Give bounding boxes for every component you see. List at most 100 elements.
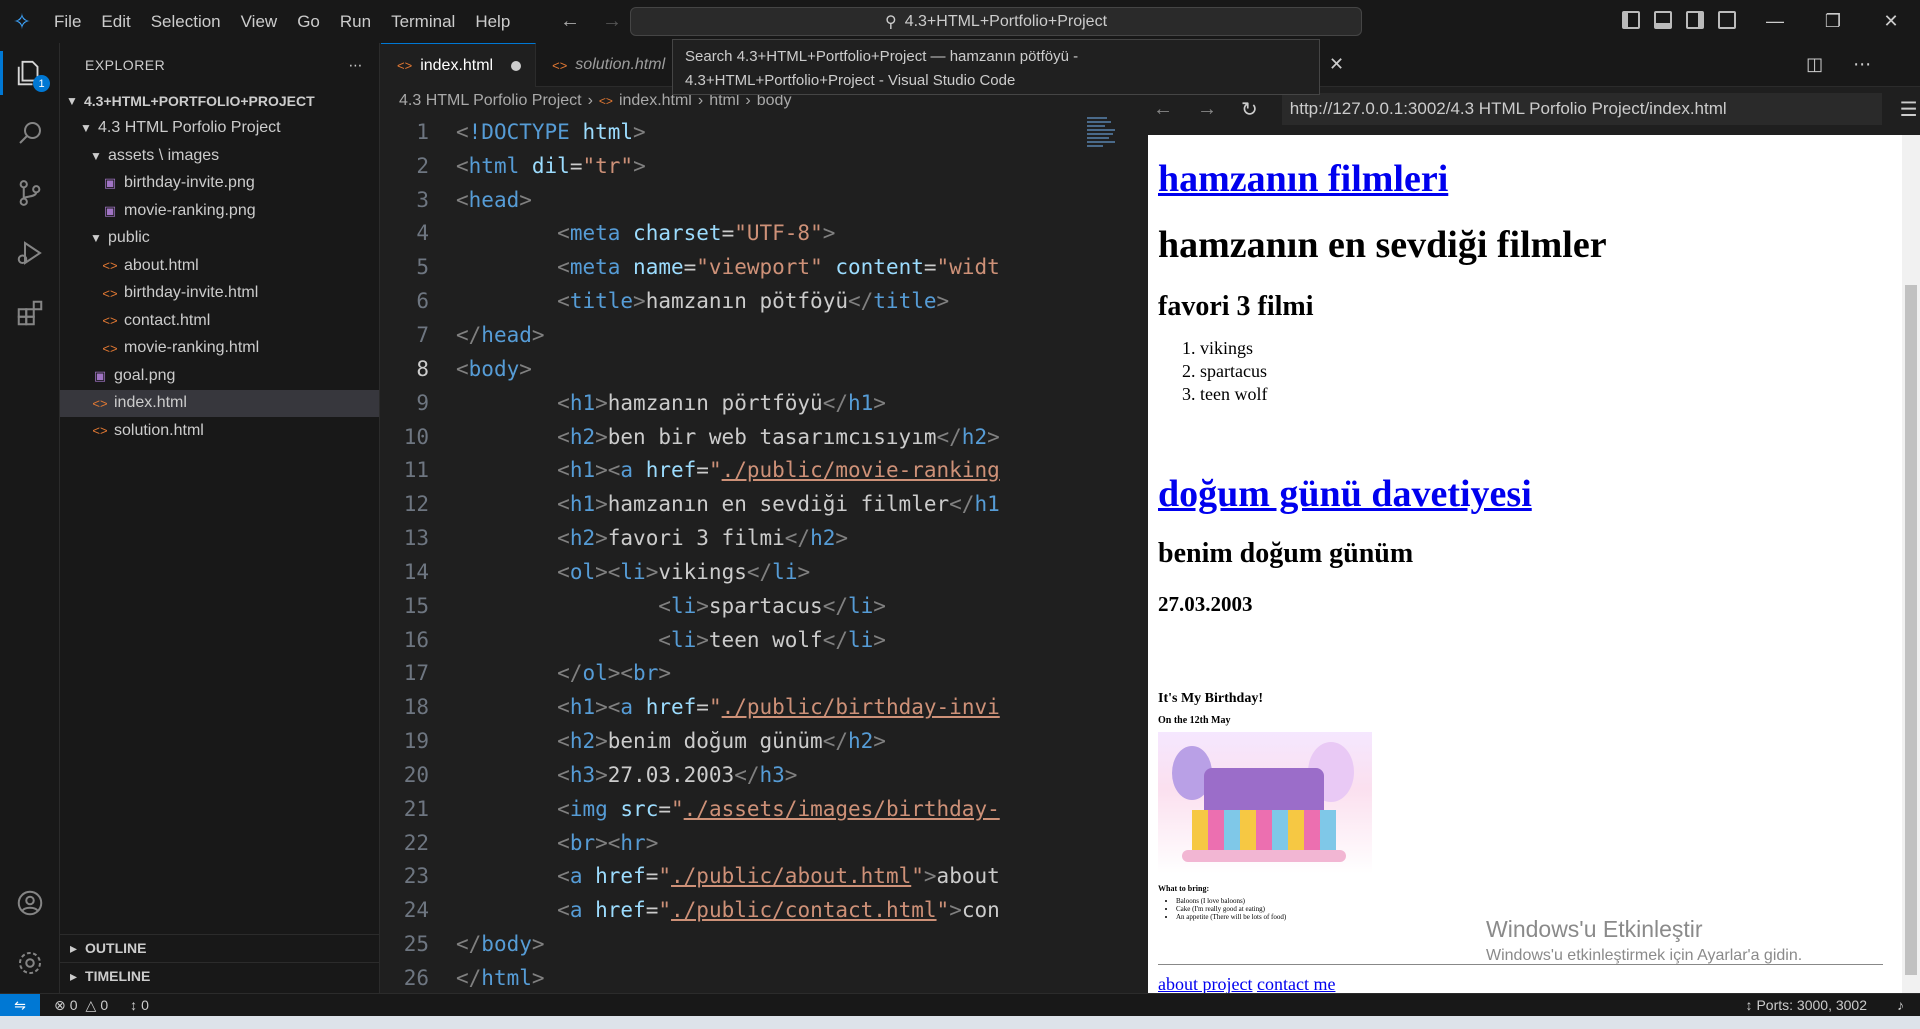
tab-solution-html[interactable]: <> solution.html	[536, 43, 681, 87]
minimap[interactable]	[1081, 115, 1121, 995]
code-area[interactable]: 1 <!DOCTYPE html> 2 <html dil="tr"> 3 <head…	[381, 115, 1081, 995]
folder-assets-images[interactable]: ▼ assets \ images	[60, 142, 379, 170]
command-center[interactable]: ⚲ 4.3+HTML+Portfolio+Project	[630, 7, 1362, 36]
file-movie-html[interactable]: <> movie-ranking.html	[60, 335, 379, 363]
customize-layout-icon[interactable]	[1718, 11, 1736, 29]
html-file-icon: <>	[92, 395, 108, 411]
outline-label: OUTLINE	[85, 940, 147, 956]
folder-public[interactable]: ▼ public	[60, 225, 379, 253]
image-file-icon: ▣	[103, 175, 117, 191]
restore-icon[interactable]: ❐	[1804, 0, 1862, 43]
accounts-activity[interactable]	[0, 873, 60, 933]
link-contact[interactable]: contact me	[1257, 974, 1335, 993]
code-line: 8 <body>	[416, 356, 532, 381]
browser-back-icon[interactable]: ←	[1153, 98, 1173, 121]
code-line: 18 <h1><a href="./public/birthday-invi	[403, 695, 1000, 720]
run-debug-activity[interactable]	[0, 223, 60, 283]
more-actions-icon[interactable]: ⋯	[1853, 54, 1871, 75]
explorer-activity[interactable]: 1	[0, 43, 60, 103]
browser-menu-icon[interactable]: ☰	[1900, 97, 1918, 122]
taskbar-edge	[0, 1016, 1920, 1029]
forward-arrow-icon[interactable]: →	[602, 10, 622, 33]
simple-browser: ← → ↻ http://127.0.0.1:3002/4.3 HTML Por…	[1135, 87, 1920, 993]
list-item: spartacus	[1200, 360, 1920, 383]
code-line: 4 <meta charset="UTF-8">	[416, 221, 836, 246]
close-window-icon[interactable]: ✕	[1862, 0, 1920, 43]
extensions-activity[interactable]	[0, 283, 60, 343]
html-file-icon: <>	[102, 285, 118, 301]
ports-label[interactable]: Ports: 3000, 3002	[1756, 997, 1867, 1013]
tab-index-html[interactable]: <> index.html	[381, 43, 537, 87]
menu-run[interactable]: Run	[330, 0, 381, 43]
html-file-icon: <>	[598, 93, 613, 108]
workspace-root[interactable]: ▼ 4.3+HTML+PORTFOLIO+PROJECT	[60, 87, 379, 115]
error-icon[interactable]: ⊗	[54, 997, 66, 1014]
search-icon: ⚲	[884, 13, 897, 31]
link-movies[interactable]: hamzanın filmleri	[1158, 158, 1448, 200]
file-about-html[interactable]: <> about.html	[60, 252, 379, 280]
browser-url-input[interactable]: http://127.0.0.1:3002/4.3 HTML Porfolio …	[1281, 93, 1882, 125]
warning-icon[interactable]: △	[86, 997, 97, 1014]
chevron-right-icon: ▸	[70, 939, 78, 956]
file-contact-html[interactable]: <> contact.html	[60, 307, 379, 335]
reload-icon[interactable]: ↻	[1241, 97, 1258, 122]
file-birthday-png[interactable]: ▣ birthday-invite.png	[60, 170, 379, 198]
remote-indicator-icon[interactable]: ⇋	[0, 993, 40, 1017]
menu-help[interactable]: Help	[465, 0, 520, 43]
watermark-line-2: Windows'u etkinleştirmek için Ayarlar'a …	[1486, 947, 1803, 964]
file-birthday-html[interactable]: <> birthday-invite.html	[60, 280, 379, 308]
ports-icon[interactable]: ↕	[130, 997, 137, 1013]
file-movie-png[interactable]: ▣ movie-ranking.png	[60, 197, 379, 225]
card-subtitle: On the 12th May	[1158, 715, 1231, 726]
browser-forward-icon[interactable]: →	[1197, 98, 1217, 121]
split-editor-icon[interactable]: ◫	[1806, 54, 1823, 75]
breadcrumb-folder[interactable]: 4.3 HTML Porfolio Project	[399, 92, 582, 110]
account-icon	[17, 890, 43, 916]
file-solution-html[interactable]: <> solution.html	[60, 417, 379, 445]
heading-favorite-films: hamzanın en sevdiği filmler	[1158, 224, 1607, 266]
outline-section[interactable]: ▸ OUTLINE	[60, 934, 380, 961]
menu-view[interactable]: View	[231, 0, 288, 43]
unsaved-dot-icon[interactable]	[511, 60, 522, 71]
list-item: vikings	[1200, 337, 1920, 360]
code-line: 26 </html>	[403, 966, 545, 991]
search-activity[interactable]	[0, 103, 60, 163]
source-control-activity[interactable]	[0, 163, 60, 223]
folder-project[interactable]: ▼ 4.3 HTML Porfolio Project	[60, 115, 379, 143]
toggle-secondary-sidebar-icon[interactable]	[1686, 11, 1704, 29]
card-title: It's My Birthday!	[1158, 691, 1263, 706]
code-line: 10 <h2>ben bir web tasarımcısıyım</h2>	[403, 424, 1000, 449]
menu-selection[interactable]: Selection	[141, 0, 231, 43]
code-line: 17 </ol><br>	[403, 661, 671, 686]
minimize-icon[interactable]: —	[1746, 0, 1804, 43]
folder-project-label: 4.3 HTML Porfolio Project	[98, 119, 281, 137]
toggle-panel-icon[interactable]	[1654, 11, 1672, 29]
menu-file[interactable]: File	[44, 0, 91, 43]
toggle-primary-sidebar-icon[interactable]	[1622, 11, 1640, 29]
file-goal-png[interactable]: ▣ goal.png	[60, 362, 379, 390]
menu-edit[interactable]: Edit	[91, 0, 140, 43]
code-line: 24 <a href="./public/contact.html">con	[403, 898, 1000, 923]
manage-activity[interactable]	[0, 933, 60, 993]
notifications-bell-icon[interactable]: ♪	[1897, 997, 1904, 1013]
menu-bar: File Edit Selection View Go Run Terminal…	[44, 0, 520, 43]
list-item: Baloons (I love baloons)	[1176, 897, 1398, 905]
chevron-right-icon: ▸	[70, 967, 78, 984]
close-tab-icon[interactable]: ✕	[1329, 54, 1344, 75]
code-line: 2 <html dil="tr">	[416, 153, 646, 178]
timeline-section[interactable]: ▸ TIMELINE	[60, 962, 380, 989]
more-actions-icon[interactable]: ⋯	[349, 57, 364, 74]
back-arrow-icon[interactable]: ←	[560, 10, 580, 33]
menu-go[interactable]: Go	[287, 0, 330, 43]
file-index-html[interactable]: <> index.html	[60, 389, 379, 417]
image-file-icon: ▣	[103, 202, 117, 218]
link-birthday[interactable]: doğum günü davetiyesi	[1158, 473, 1532, 515]
page-scrollbar[interactable]	[1902, 135, 1920, 993]
explorer-badge: 1	[33, 75, 50, 92]
html-file-icon: <>	[102, 258, 118, 274]
chevron-right-icon: ›	[587, 91, 593, 109]
ports-forward-icon[interactable]: ↕	[1745, 997, 1752, 1013]
link-about[interactable]: about project	[1158, 974, 1252, 993]
tab-label: solution.html	[575, 56, 666, 73]
menu-terminal[interactable]: Terminal	[381, 0, 465, 43]
